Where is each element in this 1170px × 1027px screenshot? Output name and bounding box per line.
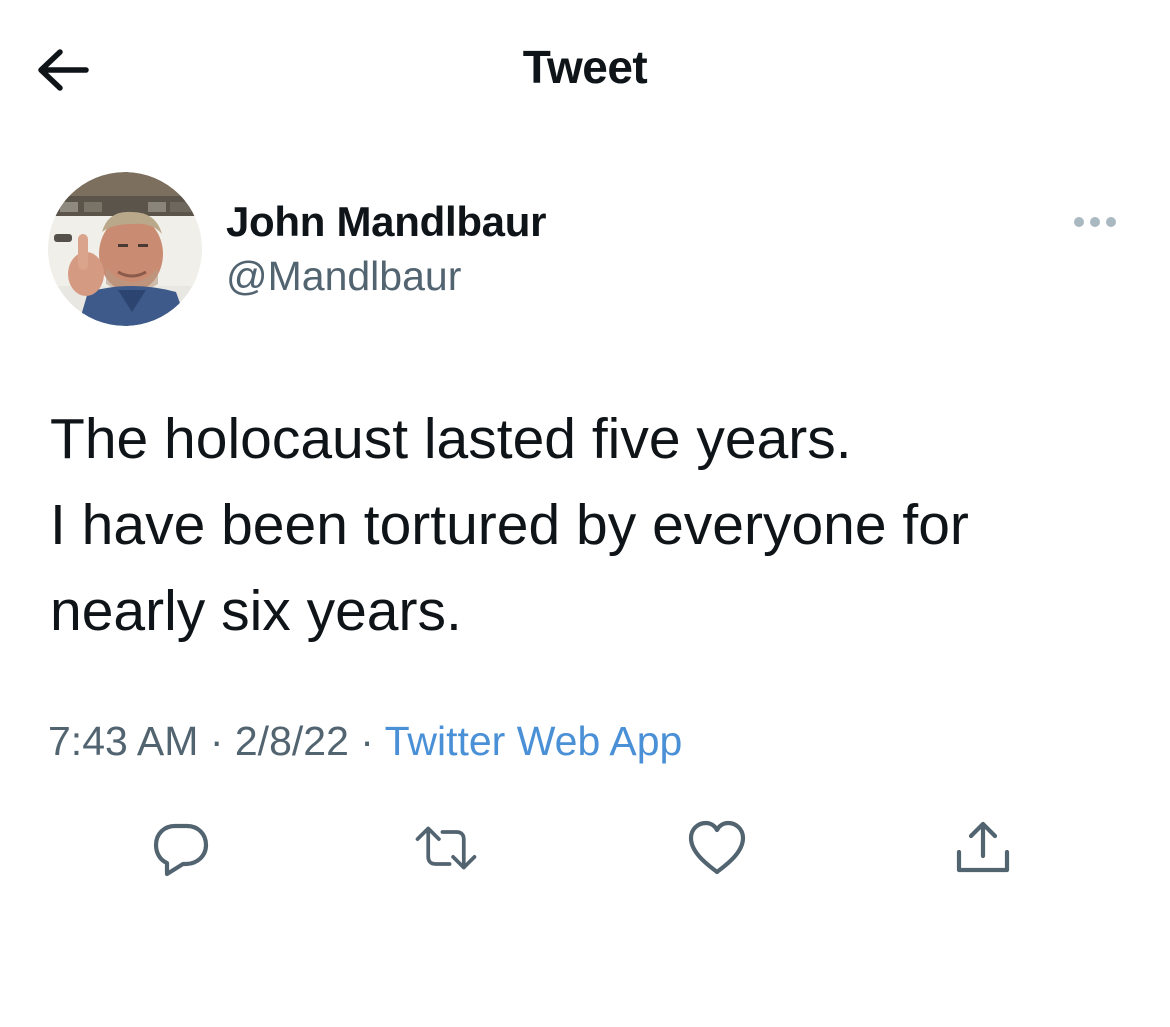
tweet-metadata: 7:43 AM · 2/8/22 · Twitter Web App xyxy=(48,718,682,765)
tweet-date[interactable]: 2/8/22 xyxy=(235,718,349,764)
like-icon xyxy=(688,820,746,875)
tweet-text-line: nearly six years. xyxy=(50,579,462,643)
like-button[interactable] xyxy=(685,816,749,880)
share-icon xyxy=(956,821,1010,873)
author-display-name[interactable]: John Mandlbaur xyxy=(226,198,546,246)
author-handle[interactable]: @Mandlbaur xyxy=(226,253,461,300)
meta-separator: · xyxy=(198,718,235,764)
tweet-text-line: The holocaust lasted five years. xyxy=(50,407,852,471)
more-options-button[interactable] xyxy=(1070,205,1120,239)
meta-separator: · xyxy=(348,718,385,764)
reply-button[interactable] xyxy=(149,816,213,880)
retweet-icon xyxy=(415,826,477,870)
tweet-text-line: I have been tortured by everyone for xyxy=(50,493,969,557)
tweet-detail: John Mandlbaur @Mandlbaur The holocaust … xyxy=(0,0,1170,1027)
tweet-action-bar xyxy=(0,810,1170,890)
tweet-text: The holocaust lasted five years. I have … xyxy=(50,396,1130,654)
more-dots-icon xyxy=(1074,217,1116,227)
avatar[interactable] xyxy=(48,172,202,326)
reply-icon xyxy=(153,823,209,877)
share-button[interactable] xyxy=(951,816,1015,880)
avatar-photo xyxy=(48,172,202,326)
retweet-button[interactable] xyxy=(414,816,478,880)
tweet-time[interactable]: 7:43 AM xyxy=(48,718,198,764)
tweet-source-link[interactable]: Twitter Web App xyxy=(385,718,683,764)
